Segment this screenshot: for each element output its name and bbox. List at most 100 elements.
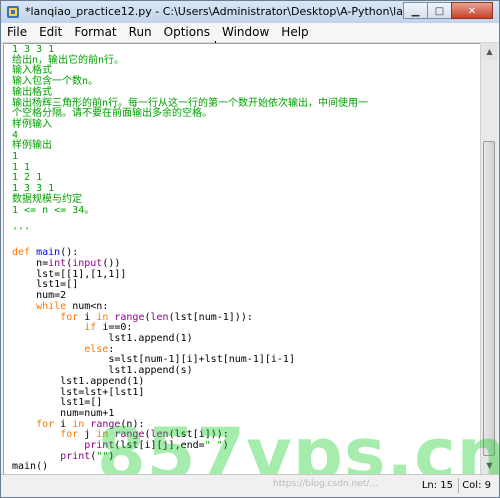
close-button[interactable]: ✕	[451, 2, 493, 19]
code-line[interactable]: 1	[12, 151, 482, 163]
code-token: for	[60, 311, 79, 323]
code-line[interactable]: ​	[12, 238, 482, 249]
menu-bar: File Edit Format Run Options Window Help	[1, 23, 499, 43]
code-token: 个空格分隔。请不要在前面输出多余的空格。	[12, 108, 212, 120]
code-token: j	[78, 429, 97, 441]
code-token: while	[36, 300, 67, 312]
code-token: def	[12, 247, 37, 259]
code-token: '''	[12, 225, 31, 237]
code-token: 1 3 3 1	[12, 44, 55, 55]
code-token: 输出格式	[12, 86, 52, 98]
code-token: 数据规模与约定	[12, 193, 82, 205]
menu-window[interactable]: Window	[216, 23, 275, 42]
code-token: i	[78, 311, 97, 323]
idle-window: *lanqiao_practice12.py - C:\Users\Admini…	[0, 0, 500, 498]
code-token: 输入格式	[12, 65, 52, 77]
code-token: lst=lst+[lst1]	[12, 386, 145, 398]
window-title: *lanqiao_practice12.py - C:\Users\Admini…	[25, 5, 460, 18]
status-divider	[458, 478, 459, 493]
python-idle-icon	[7, 6, 19, 18]
code-token: int	[48, 258, 67, 270]
code-token: len	[150, 311, 169, 323]
code-line[interactable]: 1 2 1	[12, 173, 482, 184]
code-token: :	[108, 343, 115, 355]
code-token: lst1.append(s)	[12, 365, 193, 377]
code-line[interactable]: '''	[12, 225, 482, 238]
code-text[interactable]: 1 3 3 1 给出n，输出它的前n行。 输入格式 输入包含一个数n。 输出格式 输出杨辉…	[4, 44, 482, 473]
code-token: lst1=[]	[12, 279, 79, 291]
scroll-up-arrow-icon[interactable]: ▲	[481, 43, 498, 60]
code-token: for	[36, 418, 55, 430]
code-token: 1 <= n <= 34。	[12, 204, 95, 216]
maximize-button[interactable]: □	[427, 2, 452, 19]
menu-format[interactable]: Format	[68, 23, 122, 42]
code-token: main	[36, 247, 61, 259]
code-editor[interactable]: 1 3 3 1 给出n，输出它的前n行。 输入格式 输入包含一个数n。 输出格式 输出杨辉…	[3, 43, 483, 476]
minimize-button[interactable]: ▁	[403, 2, 428, 19]
code-token: i	[54, 418, 73, 430]
code-token: 1 3 3 1	[12, 183, 55, 195]
code-token: ())	[102, 258, 121, 270]
code-token: main()	[12, 461, 49, 473]
code-token: i==0:	[96, 322, 133, 334]
code-token: lst1.append(1)	[12, 332, 193, 344]
menu-options[interactable]: Options	[158, 23, 216, 42]
status-bar: https://blog.csdn.net/... Ln: 15 Col: 9	[1, 474, 499, 497]
code-token: 样例输出	[12, 140, 52, 152]
code-token: 样例输入	[12, 118, 52, 130]
code-token: (lst[num-1])):	[168, 311, 253, 323]
code-token: 1 2 1	[12, 172, 43, 184]
line-number-status: Ln: 15	[421, 480, 453, 491]
code-token: num<n:	[66, 300, 109, 312]
code-token: n=	[12, 258, 49, 270]
code-line[interactable]: 样例输入	[12, 118, 482, 131]
scrollbar-thumb[interactable]	[483, 141, 495, 456]
code-token: num=2	[12, 290, 67, 302]
code-token: s=lst[num-1][i]+lst[num-1][i-1]	[12, 354, 295, 366]
code-token: lst1.append(1)	[12, 375, 145, 387]
code-line[interactable]: 1 1	[12, 161, 482, 174]
code-token: if	[84, 322, 97, 334]
code-token: input	[72, 258, 103, 270]
code-line[interactable]: 个空格分隔。请不要在前面输出多余的空格。	[12, 108, 482, 120]
code-token: in	[72, 418, 85, 430]
code-line[interactable]: 4	[12, 129, 482, 142]
code-token: print	[60, 450, 91, 462]
menu-help[interactable]: Help	[275, 23, 314, 42]
code-token: lst=[[1],[1,1]]	[12, 268, 127, 280]
code-token: 4	[12, 129, 19, 141]
code-token: 输出杨辉三角形的前n行。每一行从这一行的第一个数开始依次输出，中间使用一	[12, 97, 369, 109]
title-bar[interactable]: *lanqiao_practice12.py - C:\Users\Admini…	[1, 1, 499, 24]
code-line[interactable]: 样例输出	[12, 140, 482, 152]
menu-edit[interactable]: Edit	[33, 23, 68, 42]
code-line[interactable]: 给出n，输出它的前n行。	[12, 55, 482, 67]
code-token: 1	[12, 151, 19, 163]
code-token: ():	[60, 247, 79, 259]
vertical-scrollbar[interactable]: ▲ ▼	[480, 43, 498, 474]
code-line[interactable]: lst=[[1],[1,1]]	[12, 268, 482, 281]
code-token: 输入包含一个数n。	[12, 76, 99, 88]
column-number-status: Col: 9	[462, 480, 491, 491]
menu-file[interactable]: File	[1, 23, 33, 42]
code-token: lst1=[]	[12, 397, 103, 409]
code-line[interactable]: 1 3 3 1	[12, 183, 482, 195]
code-token: else	[84, 343, 109, 355]
code-line[interactable]: 输入包含一个数n。	[12, 76, 482, 88]
code-line[interactable]: 1 <= n <= 34。	[12, 204, 482, 217]
menu-run[interactable]: Run	[123, 23, 158, 42]
code-token: in	[96, 311, 109, 323]
code-token: for	[60, 429, 79, 441]
code-line[interactable]: lst1=[]	[12, 280, 482, 291]
code-token: 1 1	[12, 161, 31, 173]
watermark-url: https://blog.csdn.net/...	[273, 479, 378, 489]
code-line[interactable]: ​	[12, 216, 482, 227]
code-token: range	[114, 311, 145, 323]
